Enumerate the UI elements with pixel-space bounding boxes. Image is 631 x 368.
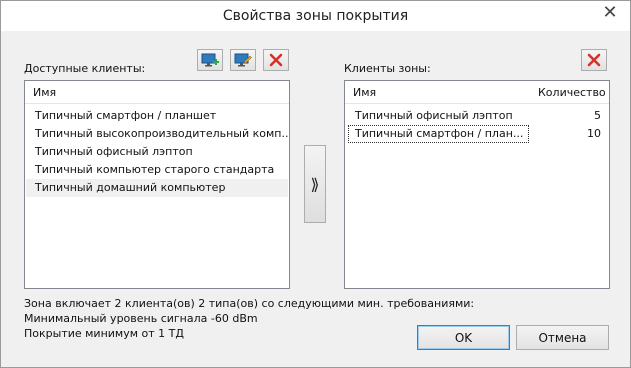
ok-button[interactable]: OK [417,325,510,350]
column-header-count[interactable]: Количество [538,86,606,99]
list-item[interactable]: Типичный офисный лэптоп [26,143,288,161]
row-count: 10 [587,127,601,140]
zone-clients-label: Клиенты зоны: [344,62,431,75]
available-clients-list[interactable]: Имя Типичный смартфон / планшет Типичный… [24,80,290,289]
table-header: Имя Количество [345,81,609,104]
title-bar: Свойства зоны покрытия ✕ [1,1,630,31]
add-client-button[interactable] [197,49,223,71]
monitor-edit-icon [234,53,252,67]
close-icon[interactable]: ✕ [596,1,624,23]
zone-clients-table[interactable]: Имя Количество Типичный офисный лэптоп 5… [344,80,610,289]
row-name: Типичный офисный лэптоп [355,109,513,122]
available-clients-label: Доступные клиенты: [24,62,146,75]
row-count: 5 [594,109,601,122]
cancel-button[interactable]: Отмена [516,325,609,350]
window-title: Свойства зоны покрытия [222,8,409,24]
monitor-add-icon [201,53,219,67]
edit-client-button[interactable] [230,49,256,71]
column-header-name[interactable]: Имя [33,86,56,99]
dialog-body: Доступные клиенты: Имя Типичный смартфон… [8,31,623,360]
remove-zone-client-button[interactable] [581,49,607,71]
coverage-requirement-text: Покрытие минимум от 1 ТД [24,327,184,340]
table-row[interactable]: Типичный офисный лэптоп 5 [346,107,608,125]
column-header-name[interactable]: Имя [353,86,376,99]
focus-rectangle [348,125,529,143]
zone-summary-text: Зона включает 2 клиента(ов) 2 типа(ов) с… [24,297,475,310]
double-chevron-right-icon: ⟫ [310,174,320,194]
delete-x-icon [587,53,601,67]
signal-requirement-text: Минимальный уровень сигнала -60 dBm [24,312,258,325]
delete-client-button[interactable] [263,49,289,71]
delete-x-icon [269,53,283,67]
list-item-selected[interactable]: Типичный домашний компьютер [26,179,288,197]
list-item[interactable]: Типичный высокопроизводительный комп... [26,125,288,143]
dialog-window: Свойства зоны покрытия ✕ Доступные клиен… [0,0,631,368]
list-item[interactable]: Типичный компьютер старого стандарта [26,161,288,179]
list-header: Имя [25,81,289,104]
list-item[interactable]: Типичный смартфон / планшет [26,107,288,125]
move-to-zone-button[interactable]: ⟫ [304,145,326,223]
